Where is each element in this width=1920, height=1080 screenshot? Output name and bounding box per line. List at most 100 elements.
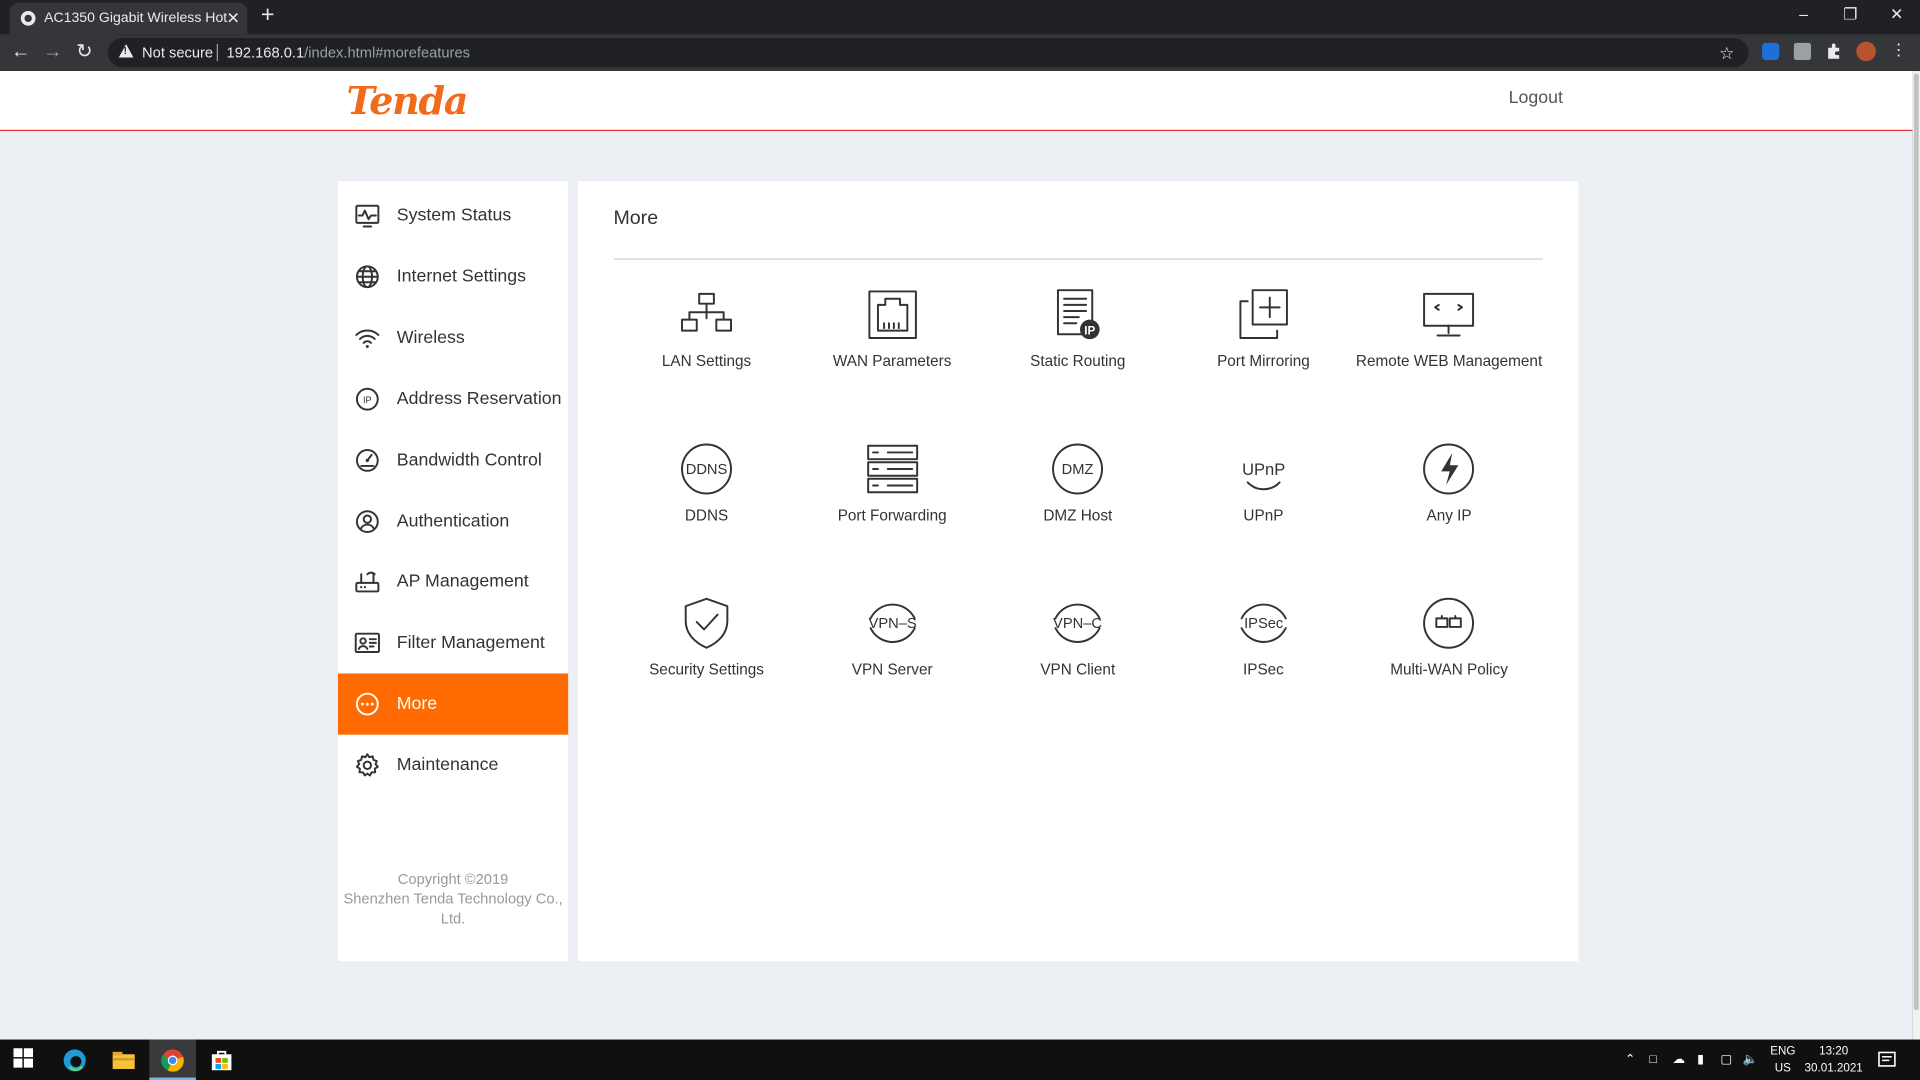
svg-text:VPN–C: VPN–C <box>1053 616 1102 632</box>
dmz-icon: DMZ <box>1052 443 1104 495</box>
feature-upnp[interactable]: UPnP UPnP <box>1159 441 1367 563</box>
store-icon[interactable] <box>209 1048 233 1072</box>
tray-chevron-up-icon[interactable]: ⌃ <box>1625 1040 1635 1080</box>
address-bar[interactable]: Not secure 192.168.0.1/index.html#morefe… <box>107 37 1749 68</box>
url-text[interactable]: 192.168.0.1/index.html#morefeatures <box>227 38 470 67</box>
feature-multi-wan-policy[interactable]: Multi-WAN Policy <box>1345 595 1553 717</box>
feature-ipsec[interactable]: IPSec IPSec <box>1159 595 1367 717</box>
feature-label: LAN Settings <box>661 352 752 370</box>
tray-meet-icon[interactable]: □ <box>1649 1040 1656 1080</box>
sidebar-item-label: Bandwidth Control <box>396 450 542 470</box>
edge-browser-icon[interactable] <box>62 1048 86 1072</box>
bookmark-star-icon[interactable]: ☆ <box>1719 38 1734 67</box>
feature-label: VPN Server <box>851 661 933 679</box>
svg-text:IPSec: IPSec <box>1244 616 1283 632</box>
clock-time: 13:20 <box>1819 1044 1849 1058</box>
feature-label: UPnP <box>1243 506 1284 525</box>
sidebar-item-address-reservation[interactable]: IP Address Reservation <box>338 368 568 429</box>
extension-blue-icon[interactable] <box>1762 42 1780 61</box>
sidebar-item-internet-settings[interactable]: Internet Settings <box>338 246 568 307</box>
ethernet-port-icon <box>867 290 917 339</box>
sidebar-item-label: More <box>396 694 438 715</box>
feature-lan-settings[interactable]: LAN Settings <box>602 287 810 409</box>
sidebar-item-authentication[interactable]: Authentication <box>338 490 568 551</box>
battery-icon[interactable]: ▮ <box>1697 1040 1704 1080</box>
sidebar-item-more[interactable]: More <box>337 673 569 735</box>
feature-vpn-client[interactable]: VPN–C VPN Client <box>974 595 1182 717</box>
keyboard-layout: US <box>1774 1061 1791 1076</box>
ipsec-icon: IPSec <box>1240 603 1287 643</box>
globe-icon <box>355 265 379 288</box>
language-indicator[interactable]: ENG US <box>1764 1043 1801 1077</box>
minimize-button[interactable]: – <box>1791 5 1815 23</box>
scrollbar-thumb[interactable] <box>1913 73 1919 1011</box>
page-header: Tenda Logout <box>0 71 1913 132</box>
reload-icon[interactable]: ↻ <box>72 40 96 64</box>
puzzle-extensions-icon[interactable] <box>1826 43 1843 60</box>
sidebar-item-filter-management[interactable]: Filter Management <box>338 613 568 674</box>
camera-extension-icon[interactable] <box>1793 42 1812 61</box>
route-list-ip-icon: IP <box>1057 289 1100 340</box>
sidebar-item-label: Internet Settings <box>396 266 527 287</box>
sidebar-item-ap-management[interactable]: AP Management <box>338 551 568 612</box>
id-card-icon <box>354 633 380 654</box>
feature-dmz-host[interactable]: DMZ DMZ Host <box>974 441 1182 563</box>
ip-circle-icon: IP <box>355 387 379 411</box>
chrome-icon[interactable] <box>160 1048 184 1072</box>
feature-wan-parameters[interactable]: WAN Parameters <box>788 287 996 409</box>
notification-center-icon[interactable] <box>1877 1048 1901 1072</box>
browser-menu-icon[interactable]: ⋮ <box>1891 41 1908 59</box>
logout-link[interactable]: Logout <box>1509 88 1563 108</box>
feature-label: IPSec <box>1242 661 1284 679</box>
system-clock[interactable]: 13:20 30.01.2021 <box>1800 1043 1867 1077</box>
close-window-button[interactable]: ✕ <box>1884 5 1908 25</box>
file-explorer-icon[interactable] <box>111 1048 135 1072</box>
profile-avatar[interactable] <box>1856 41 1876 62</box>
copyright-text: Copyright ©2019 Shenzhen Tenda Technolog… <box>338 869 568 928</box>
tenda-logo: Tenda <box>346 79 469 124</box>
feature-port-mirroring[interactable]: Port Mirroring <box>1159 287 1367 409</box>
sidebar-item-system-status[interactable]: System Status <box>338 185 568 246</box>
sidebar-item-wireless[interactable]: Wireless <box>338 307 568 368</box>
svg-text:UPnP: UPnP <box>1242 460 1285 479</box>
feature-label: DMZ Host <box>1043 506 1113 525</box>
gauge-icon <box>355 448 379 472</box>
back-arrow-icon[interactable]: ← <box>9 40 33 64</box>
remote-monitor-icon <box>1423 292 1475 337</box>
sidebar-item-bandwidth-control[interactable]: Bandwidth Control <box>338 429 568 490</box>
tab-close-icon[interactable]: ✕ <box>227 2 240 34</box>
feature-label: VPN Client <box>1040 661 1116 679</box>
sidebar-item-maintenance[interactable]: Maintenance <box>338 735 568 796</box>
windows-start-icon[interactable] <box>13 1048 37 1072</box>
feature-label: Remote WEB Management <box>1355 352 1543 370</box>
onedrive-cloud-icon[interactable]: ☁ <box>1673 1040 1685 1080</box>
feature-label: Port Forwarding <box>837 506 947 525</box>
browser-tab[interactable]: AC1350 Gigabit Wireless Hotspot ✕ <box>9 2 248 35</box>
shield-check-icon <box>684 597 729 649</box>
restore-button[interactable]: ❐ <box>1838 5 1862 25</box>
forward-arrow-icon[interactable]: → <box>40 40 64 64</box>
feature-any-ip[interactable]: Any IP <box>1345 441 1553 563</box>
security-indicator[interactable]: Not secure <box>142 38 213 67</box>
feature-ddns[interactable]: DDNS DDNS <box>602 441 810 563</box>
vpn-client-icon: VPN–C <box>1053 603 1103 643</box>
feature-remote-web-management[interactable]: Remote WEB Management <box>1345 287 1553 409</box>
network-tree-icon <box>681 292 733 332</box>
feature-static-routing[interactable]: IP Static Routing <box>974 287 1182 409</box>
volume-icon[interactable]: 🔈 <box>1742 1040 1757 1080</box>
feature-security-settings[interactable]: Security Settings <box>602 595 810 717</box>
feature-port-forwarding[interactable]: Port Forwarding <box>788 441 996 563</box>
ddns-icon: DDNS <box>681 443 733 495</box>
router-admin-page: Tenda Logout System Status Internet Setti… <box>0 71 1913 1040</box>
copyright-line: Copyright ©2019 <box>397 870 509 888</box>
new-tab-button[interactable]: + <box>261 3 275 28</box>
feature-vpn-server[interactable]: VPN–S VPN Server <box>788 595 996 717</box>
feature-label: Any IP <box>1426 506 1472 525</box>
more-features-panel: More LAN Settings WAN Parameters IP Static … <box>577 181 1579 962</box>
windows-taskbar: ⌃ □ ☁ ▮ ▢ 🔈 ENG US 13:20 30.01.2021 <box>0 1039 1920 1080</box>
svg-text:IP: IP <box>363 394 372 404</box>
network-icon[interactable]: ▢ <box>1720 1040 1732 1080</box>
feature-label: WAN Parameters <box>832 352 952 370</box>
svg-text:DMZ: DMZ <box>1062 462 1094 478</box>
url-host: 192.168.0.1 <box>226 44 305 62</box>
